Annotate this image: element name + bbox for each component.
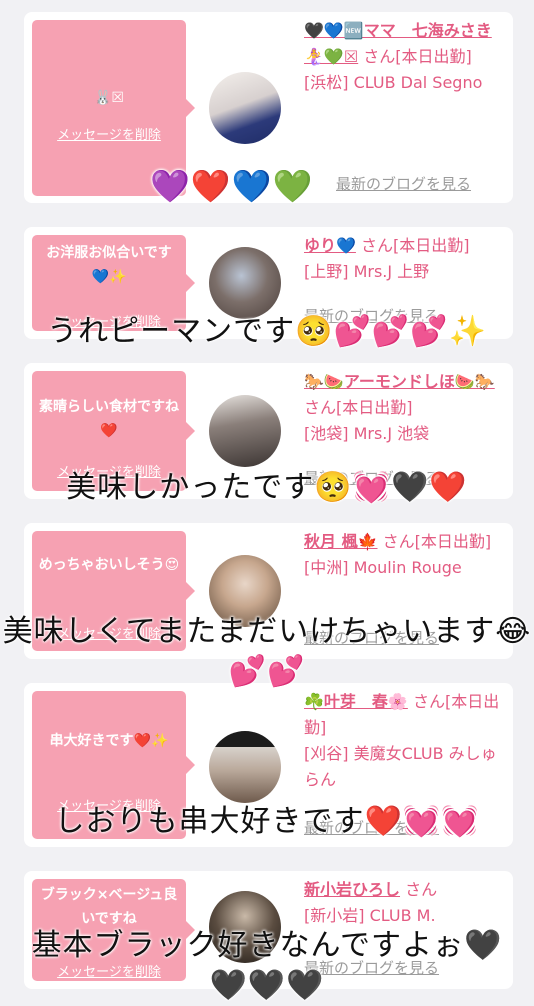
status-text: さん[本日出勤] bbox=[304, 398, 413, 417]
shop-name: [中洲] Moulin Rouge bbox=[304, 558, 462, 577]
avatar[interactable] bbox=[209, 72, 281, 144]
caption-overlay: しおりも串大好きです❤️💓💓 bbox=[54, 804, 480, 839]
hearts-overlay: 💜❤️💙💚 bbox=[150, 167, 314, 205]
member-name-link[interactable]: ゆり💙 bbox=[304, 236, 356, 255]
message-text: 素晴らしい食材ですね❤️ bbox=[39, 399, 179, 439]
member-info: ☘️叶芽 春🌸 さん[本日出勤] [刈谷] 美魔女CLUB みしゅらん bbox=[304, 689, 509, 793]
message-text: お洋服お似合いです💙✨ bbox=[46, 245, 172, 285]
member-info: 秋月 楓🍁 さん[本日出勤] [中洲] Moulin Rouge bbox=[304, 529, 509, 581]
avatar[interactable] bbox=[209, 731, 281, 803]
member-name-link[interactable]: 新小岩ひろし bbox=[304, 880, 400, 899]
member-name-link[interactable]: ☘️叶芽 春🌸 bbox=[304, 692, 408, 711]
message-text: 🐰☒ bbox=[94, 90, 124, 106]
blog-link[interactable]: 最新のブログを見る bbox=[336, 173, 471, 194]
status-text: さん[本日出勤] bbox=[363, 47, 472, 66]
member-info: 🖤💙🆕ママ 七海みさき🧜‍♀️💚☒ さん[本日出勤] [浜松] CLUB Dal… bbox=[304, 18, 509, 96]
shop-name: [浜松] CLUB Dal Segno bbox=[304, 73, 483, 92]
caption-overlay: 基本ブラック好きなんですよぉ🖤 🖤🖤🖤 bbox=[31, 928, 503, 1003]
status-text: さん bbox=[405, 880, 438, 899]
shop-name: [刈谷] 美魔女CLUB みしゅらん bbox=[304, 744, 497, 789]
shop-name: [池袋] Mrs.J 池袋 bbox=[304, 424, 430, 443]
member-info: ゆり💙 さん[本日出勤] [上野] Mrs.J 上野 bbox=[304, 233, 509, 285]
message-text: 串大好きです❤️✨ bbox=[49, 733, 169, 749]
caption-overlay: うれピーマンです🥺💕💕💕✨ bbox=[47, 314, 487, 349]
caption-overlay: 美味しかったです🥺💓🖤❤️ bbox=[66, 470, 468, 505]
member-name-link[interactable]: 秋月 楓🍁 bbox=[304, 532, 378, 551]
shop-name: [新小岩] CLUB M. bbox=[304, 906, 436, 925]
member-name-link[interactable]: 🐎🍉アーモンドしほ🍉🐎 bbox=[304, 372, 495, 391]
caption-overlay: 美味しくてまたまだいけちゃいます😂💕💕 bbox=[2, 614, 532, 689]
member-info: 新小岩ひろし さん [新小岩] CLUB M. bbox=[304, 877, 509, 929]
member-info: 🐎🍉アーモンドしほ🍉🐎 さん[本日出勤] [池袋] Mrs.J 池袋 bbox=[304, 369, 509, 447]
status-text: さん[本日出勤] bbox=[361, 236, 470, 255]
avatar[interactable] bbox=[209, 247, 281, 319]
shop-name: [上野] Mrs.J 上野 bbox=[304, 262, 430, 281]
message-text: ブラック×ベージュ良いですね bbox=[40, 887, 178, 927]
delete-message-link[interactable]: メッセージを削除 bbox=[32, 124, 186, 143]
message-text: めっちゃおいしそう😍 bbox=[38, 557, 180, 573]
status-text: さん[本日出勤] bbox=[382, 532, 492, 551]
avatar[interactable] bbox=[209, 395, 281, 467]
